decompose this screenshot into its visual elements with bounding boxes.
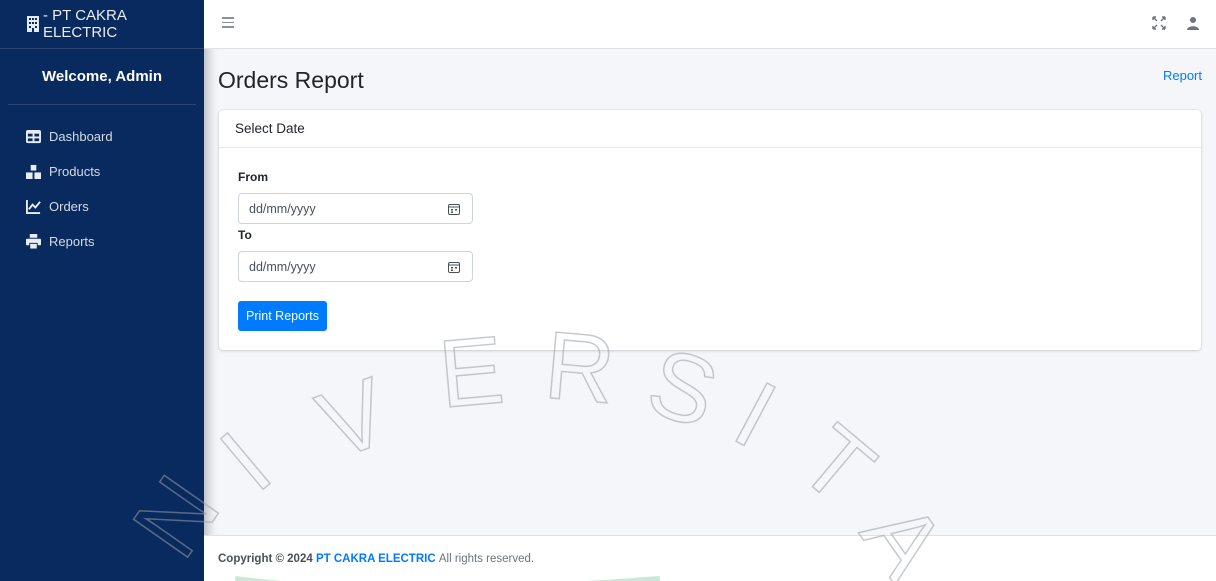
content-header: Orders Report Report	[218, 60, 1202, 100]
sidebar-item-label: Dashboard	[49, 129, 113, 144]
brand-link[interactable]: - PT CAKRA ELECTRIC	[0, 0, 204, 49]
sidebar-nav: Dashboard Products Orders Reports	[0, 105, 204, 259]
calendar-icon[interactable]	[448, 261, 460, 273]
sidebar-item-dashboard[interactable]: Dashboard	[0, 119, 204, 154]
sidebar-item-label: Orders	[49, 199, 89, 214]
table-icon	[26, 129, 41, 144]
sidebar-item-label: Products	[49, 164, 101, 179]
footer-rights: All rights reserved.	[438, 552, 535, 565]
print-icon	[26, 234, 41, 249]
to-label: To	[238, 228, 252, 242]
to-date-placeholder: dd/mm/yyyy	[249, 259, 316, 274]
sidebar-item-orders[interactable]: Orders	[0, 189, 204, 224]
print-reports-button[interactable]: Print Reports	[238, 301, 327, 331]
watermark-letter: V	[305, 358, 402, 480]
building-icon	[26, 16, 39, 32]
from-label: From	[238, 170, 268, 184]
footer: Copyright © 2024 PT CAKRA ELECTRIC All r…	[204, 535, 1216, 581]
sidebar: - PT CAKRA ELECTRIC Welcome, Admin Dashb…	[0, 0, 204, 581]
to-date-input[interactable]: dd/mm/yyyy	[238, 251, 473, 282]
user-icon[interactable]	[1186, 16, 1200, 30]
calendar-icon[interactable]	[448, 203, 460, 215]
welcome-text: Welcome, Admin	[8, 49, 196, 105]
watermark-letter: I	[718, 361, 792, 468]
expand-icon[interactable]	[1152, 16, 1166, 30]
page-title: Orders Report	[218, 67, 364, 93]
card-body: From dd/mm/yyyy To dd/mm/yyyy Print Repo…	[219, 148, 1201, 331]
boxes-icon	[26, 164, 41, 179]
from-date-input[interactable]: dd/mm/yyyy	[238, 193, 473, 224]
breadcrumb-report-link[interactable]: Report	[1163, 68, 1202, 83]
footer-company-link[interactable]: PT CAKRA ELECTRIC	[316, 553, 436, 565]
footer-copyright: Copyright © 2024	[218, 552, 313, 565]
card-header: Select Date	[219, 110, 1201, 148]
select-date-card: Select Date From dd/mm/yyyy To dd/mm/yyy…	[219, 110, 1201, 350]
sidebar-item-reports[interactable]: Reports	[0, 224, 204, 259]
hamburger-icon[interactable]	[222, 17, 234, 29]
chart-line-icon	[26, 199, 41, 214]
navbar-right-icons	[1152, 16, 1200, 30]
sidebar-item-label: Reports	[49, 234, 95, 249]
sidebar-item-products[interactable]: Products	[0, 154, 204, 189]
from-date-placeholder: dd/mm/yyyy	[249, 201, 316, 216]
top-navbar	[204, 0, 1216, 49]
watermark-letter: T	[780, 405, 894, 525]
brand-text: - PT CAKRA ELECTRIC	[42, 7, 127, 41]
watermark-letter: I	[201, 412, 290, 511]
